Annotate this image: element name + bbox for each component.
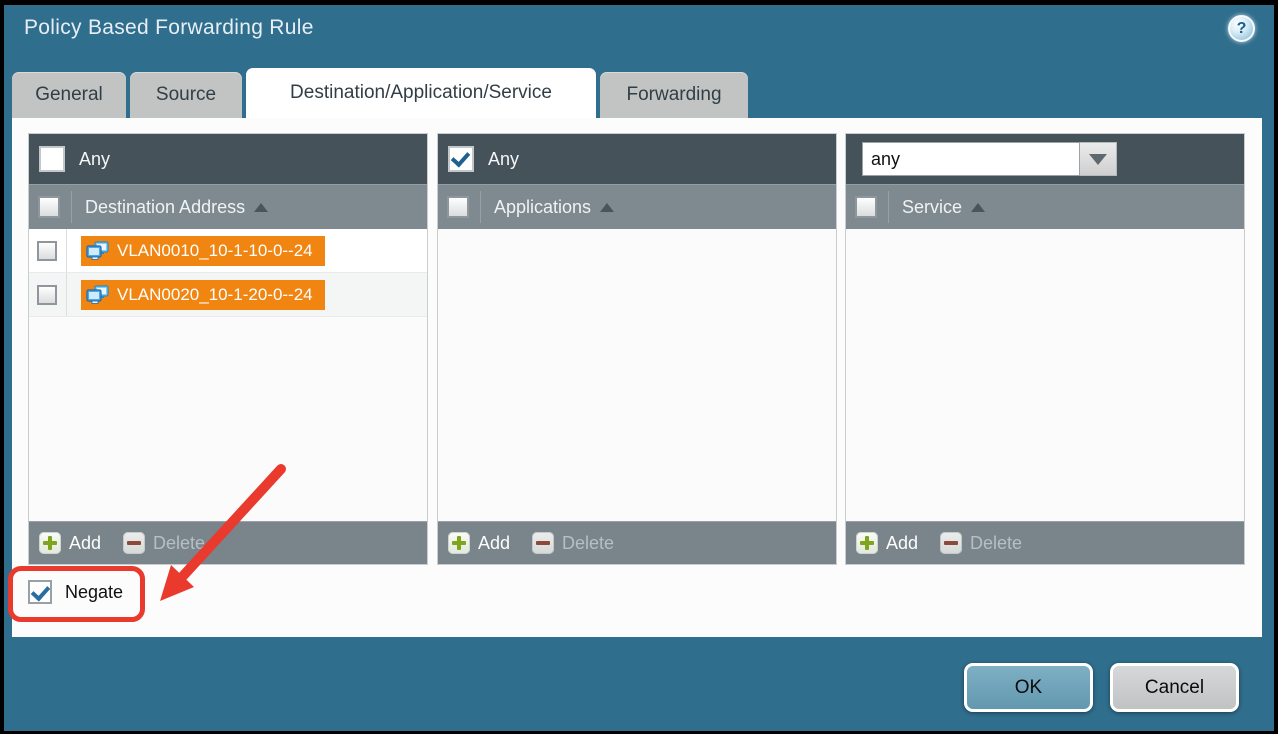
destination-any-bar: Any [29, 134, 427, 184]
service-panel: Service Add Delete [845, 133, 1245, 565]
minus-icon [940, 532, 962, 554]
tab-general[interactable]: General [12, 72, 126, 118]
destination-header-label: Destination Address [85, 197, 245, 218]
minus-icon [532, 532, 554, 554]
row-checkbox[interactable] [37, 285, 57, 305]
add-button[interactable]: Add [448, 532, 510, 554]
service-select-input[interactable] [862, 142, 1080, 176]
tab-content-panel: Any Destination Address [12, 118, 1262, 637]
delete-button[interactable]: Delete [940, 532, 1022, 554]
plus-icon [39, 532, 61, 554]
network-address-icon [86, 241, 110, 261]
add-button[interactable]: Add [856, 532, 918, 554]
list-item[interactable]: VLAN0020_10-1-20-0--24 [29, 273, 427, 317]
help-glyph: ? [1237, 20, 1247, 38]
applications-toolbar: Add Delete [438, 521, 836, 564]
minus-icon [123, 532, 145, 554]
destination-any-checkbox[interactable] [39, 146, 65, 172]
service-column-header[interactable]: Service [846, 184, 1244, 229]
row-checkbox-cell [29, 273, 67, 316]
service-list [846, 229, 1244, 521]
row-checkbox-cell [29, 229, 67, 272]
pbf-rule-dialog: Policy Based Forwarding Rule ? General S… [0, 0, 1278, 734]
add-button[interactable]: Add [39, 532, 101, 554]
tab-forwarding[interactable]: Forwarding [600, 72, 748, 118]
destination-any-label: Any [79, 149, 110, 170]
applications-panel: Any Applications Add Delete [437, 133, 837, 565]
help-icon[interactable]: ? [1228, 15, 1255, 42]
service-dropdown-button[interactable] [1080, 142, 1117, 176]
applications-select-all-checkbox[interactable] [447, 196, 469, 218]
tab-destination-application-service[interactable]: Destination/Application/Service [246, 68, 596, 118]
row-checkbox[interactable] [37, 241, 57, 261]
chevron-down-icon [1089, 154, 1107, 165]
delete-button[interactable]: Delete [123, 532, 205, 554]
header-divider [480, 191, 481, 223]
tab-source[interactable]: Source [130, 72, 242, 118]
applications-any-bar: Any [438, 134, 836, 184]
applications-header-label: Applications [494, 197, 591, 218]
applications-any-label: Any [488, 149, 519, 170]
address-object-label: VLAN0010_10-1-10-0--24 [117, 241, 313, 261]
header-divider [888, 191, 889, 223]
plus-icon [448, 532, 470, 554]
tab-bar: General Source Destination/Application/S… [12, 68, 752, 118]
delete-button[interactable]: Delete [532, 532, 614, 554]
dialog-title: Policy Based Forwarding Rule [24, 16, 314, 40]
cancel-button[interactable]: Cancel [1110, 663, 1239, 712]
sort-ascending-icon [600, 203, 614, 212]
destination-toolbar: Add Delete [29, 521, 427, 564]
sort-ascending-icon [971, 203, 985, 212]
address-object-chip[interactable]: VLAN0010_10-1-10-0--24 [81, 236, 325, 266]
service-toolbar: Add Delete [846, 521, 1244, 564]
ok-button[interactable]: OK [964, 663, 1093, 712]
negate-checkbox[interactable] [28, 580, 52, 604]
sort-ascending-icon [254, 203, 268, 212]
service-select-all-checkbox[interactable] [855, 196, 877, 218]
destination-list: VLAN0010_10-1-10-0--24 [29, 229, 427, 521]
service-header-label: Service [902, 197, 962, 218]
header-divider [71, 191, 72, 223]
destination-column-header[interactable]: Destination Address [29, 184, 427, 229]
address-object-chip[interactable]: VLAN0020_10-1-20-0--24 [81, 280, 325, 310]
plus-icon [856, 532, 878, 554]
destination-select-all-checkbox[interactable] [38, 196, 60, 218]
destination-address-panel: Any Destination Address [28, 133, 428, 565]
applications-column-header[interactable]: Applications [438, 184, 836, 229]
applications-any-checkbox[interactable] [448, 146, 474, 172]
negate-label: Negate [65, 582, 123, 603]
network-address-icon [86, 285, 110, 305]
list-item[interactable]: VLAN0010_10-1-10-0--24 [29, 229, 427, 273]
service-select-bar [846, 134, 1244, 184]
address-object-label: VLAN0020_10-1-20-0--24 [117, 285, 313, 305]
applications-list [438, 229, 836, 521]
negate-row: Negate [28, 580, 123, 604]
